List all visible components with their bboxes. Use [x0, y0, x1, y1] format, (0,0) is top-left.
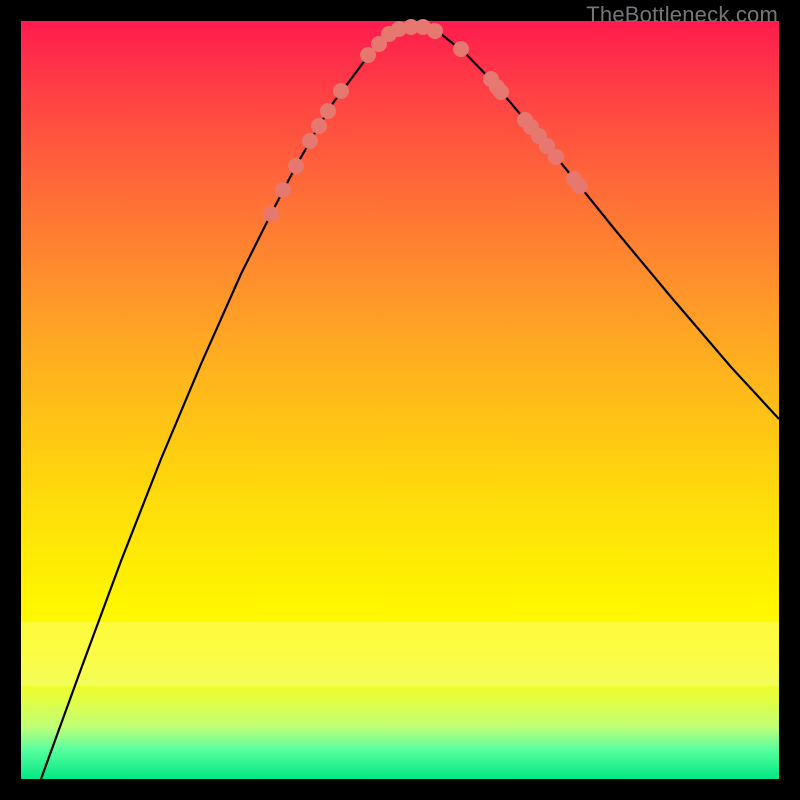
highlight-dot — [288, 158, 304, 174]
highlight-dot — [572, 178, 588, 194]
highlight-dot — [275, 182, 291, 198]
highlight-dot — [333, 83, 349, 99]
watermark: TheBottleneck.com — [586, 2, 778, 28]
highlight-dot — [311, 118, 327, 134]
highlight-dot — [548, 149, 564, 165]
highlight-dot — [453, 41, 469, 57]
highlight-dot — [493, 84, 509, 100]
bottleneck-curve — [41, 27, 779, 779]
highlight-dot — [302, 133, 318, 149]
highlight-dots-group — [263, 19, 588, 222]
highlight-dot — [263, 206, 279, 222]
highlight-dot — [320, 103, 336, 119]
chart-svg — [21, 21, 779, 779]
highlight-dot — [427, 23, 443, 39]
